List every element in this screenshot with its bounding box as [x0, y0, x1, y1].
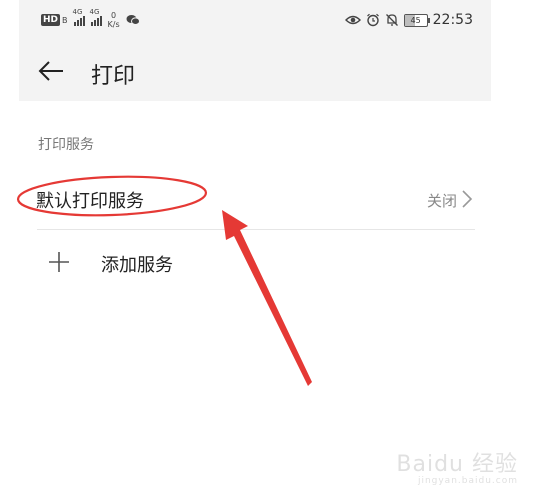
- net-speed-unit: K/s: [107, 20, 120, 29]
- divider: [37, 229, 475, 230]
- back-arrow-icon[interactable]: [37, 57, 65, 85]
- section-header: 打印服务: [38, 137, 94, 153]
- hd-suffix: B: [62, 15, 68, 25]
- status-right: 45 22:53: [344, 10, 473, 30]
- default-print-service-row[interactable]: 默认打印服务 关闭: [19, 175, 491, 225]
- battery-icon: 45: [403, 13, 430, 27]
- signal-1-icon: 4G: [73, 8, 85, 26]
- wechat-icon: [126, 15, 140, 25]
- plus-icon: [49, 252, 69, 272]
- page-title: 打印: [91, 64, 136, 89]
- app-bar: 打印: [19, 40, 491, 101]
- watermark-text: Baidu 经验: [396, 452, 518, 477]
- mute-icon: [385, 14, 398, 26]
- battery-level: 45: [410, 15, 421, 25]
- net-speed-value: 0: [111, 11, 117, 20]
- signal-1-label: 4G: [72, 8, 83, 16]
- eye-icon: [344, 15, 361, 25]
- service-status-value: 关闭: [426, 192, 457, 210]
- watermark-url: jingyan.baidu.com: [417, 476, 518, 486]
- alarm-icon: [366, 13, 379, 27]
- signal-2-label: 4G: [89, 8, 100, 16]
- add-service-label: 添加服务: [101, 255, 173, 276]
- status-left: HD B 4G 4G 0 K/s: [41, 8, 140, 30]
- clock: 22:53: [432, 12, 473, 28]
- default-print-service-label: 默认打印服务: [36, 191, 144, 212]
- add-service-row[interactable]: 添加服务: [19, 240, 491, 286]
- chevron-right-icon: [462, 190, 473, 208]
- hd-badge: HD: [41, 14, 61, 26]
- phone-screen: HD B 4G 4G 0 K/s 45 22:53 打印 打印服务 默认打印服务…: [19, 0, 491, 494]
- net-speed: 0 K/s: [108, 11, 120, 29]
- status-bar: HD B 4G 4G 0 K/s 45 22:53: [19, 0, 491, 40]
- signal-2-icon: 4G: [90, 8, 102, 26]
- watermark: Baidu 经验 jingyan.baidu.com: [396, 446, 518, 486]
